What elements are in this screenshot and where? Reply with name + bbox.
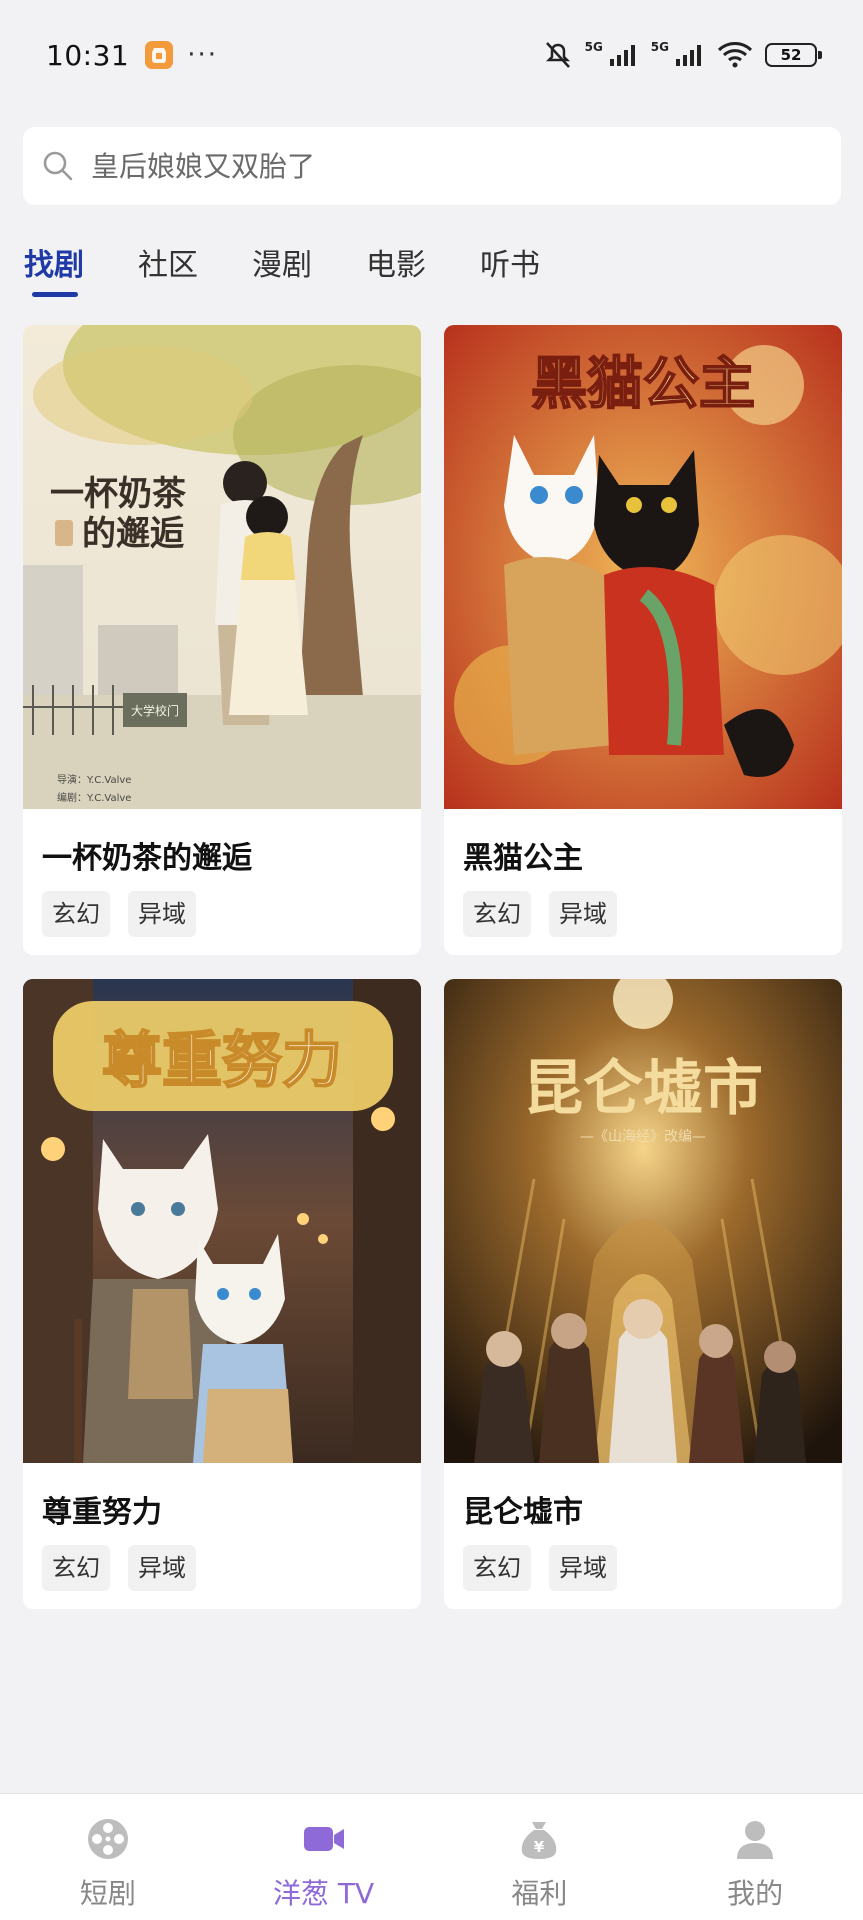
tag[interactable]: 玄幻 <box>42 891 110 937</box>
tag[interactable]: 异域 <box>549 891 617 937</box>
status-indicators: 5G 5G 52 <box>543 40 822 69</box>
poster-credit-writer: 编剧：Y.C.Valve <box>57 791 131 804</box>
signal-strength-icon <box>609 45 635 66</box>
drama-card[interactable]: 黑猫公主 黑猫公主 玄幻 异域 <box>444 325 842 955</box>
poster-kunlun-illustration: 昆仑墟市 —《山海经》改编— <box>444 979 842 1463</box>
poster-title: 尊重努力 <box>102 1026 342 1096</box>
drama-title: 昆仑墟市 <box>463 1495 583 1530</box>
more-notifications-icon: ··· <box>187 40 218 70</box>
wifi-icon <box>717 42 753 68</box>
poster-sign-text: 大学校门 <box>131 703 179 718</box>
drama-title: 黑猫公主 <box>463 841 583 876</box>
tab-comic-drama[interactable]: 漫剧 <box>252 240 312 300</box>
search-input[interactable] <box>91 149 791 183</box>
tab-label: 找剧 <box>24 248 84 283</box>
network-type-label: 5G <box>584 40 603 54</box>
tag-list: 玄幻 异域 <box>463 1545 617 1591</box>
status-time: 10:31 <box>46 38 130 72</box>
svg-text:¥: ¥ <box>534 1838 545 1856</box>
drama-poster[interactable]: 昆仑墟市 —《山海经》改编— <box>444 979 842 1463</box>
bottom-navigation: 短剧 洋葱 TV ¥ 福利 我的 <box>0 1793 863 1920</box>
app-notification-icon <box>145 41 174 69</box>
drama-card[interactable]: 大学校门 一杯奶茶 的邂逅 导演：Y.C.Valve 编剧：Y.C.Valve … <box>23 325 421 955</box>
active-tab-indicator <box>32 292 78 297</box>
poster-title: 黑猫公主 <box>531 351 755 417</box>
money-bag-icon: ¥ <box>522 1822 557 1859</box>
tag[interactable]: 异域 <box>549 1545 617 1591</box>
tab-community[interactable]: 社区 <box>138 240 198 300</box>
person-icon <box>737 1821 774 1859</box>
film-reel-icon <box>87 1819 128 1859</box>
drama-title: 尊重努力 <box>42 1495 162 1530</box>
battery-indicator: 52 <box>765 43 822 67</box>
tag[interactable]: 异域 <box>128 891 196 937</box>
tag-list: 玄幻 异域 <box>42 1545 196 1591</box>
poster-subtitle: —《山海经》改编— <box>580 1129 706 1145</box>
nav-item-welfare[interactable]: ¥ 福利 <box>432 1794 648 1920</box>
tab-label: 社区 <box>138 248 198 283</box>
tab-label: 漫剧 <box>252 248 312 283</box>
tab-movie[interactable]: 电影 <box>366 240 426 300</box>
poster-black-cat-illustration: 黑猫公主 <box>444 325 842 809</box>
nav-item-mine[interactable]: 我的 <box>647 1794 863 1920</box>
nav-item-onion-tv[interactable]: 洋葱 TV <box>216 1794 432 1920</box>
search-icon <box>43 151 73 181</box>
tag-list: 玄幻 异域 <box>42 891 196 937</box>
tab-audiobook[interactable]: 听书 <box>480 240 540 300</box>
drama-title: 一杯奶茶的邂逅 <box>42 841 252 876</box>
app-screen: 10:31 ··· 5G 5G 52 皇后娘娘又双胎了 找剧 社区 漫剧 电影 … <box>0 0 863 1920</box>
drama-poster[interactable]: 大学校门 一杯奶茶 的邂逅 导演：Y.C.Valve 编剧：Y.C.Valve <box>23 325 421 809</box>
tag[interactable]: 异域 <box>128 1545 196 1591</box>
poster-credit-director: 导演：Y.C.Valve <box>57 773 131 786</box>
poster-cats-street-illustration: 尊重努力 <box>23 979 421 1463</box>
drama-poster[interactable]: 黑猫公主 <box>444 325 842 809</box>
video-camera-icon <box>303 1827 344 1851</box>
tag-list: 玄幻 异域 <box>463 891 617 937</box>
nav-label: 洋葱 TV <box>273 1877 375 1910</box>
poster-title: 昆仑墟市 <box>523 1054 763 1124</box>
category-tabs: 找剧 社区 漫剧 电影 听书 <box>24 240 594 300</box>
poster-milk-tea-illustration: 大学校门 一杯奶茶 的邂逅 导演：Y.C.Valve 编剧：Y.C.Valve <box>23 325 421 809</box>
status-bar: 10:31 ··· 5G 5G 52 <box>0 0 863 110</box>
nav-label: 我的 <box>727 1877 784 1910</box>
signal-strength-icon-2 <box>676 45 701 66</box>
tab-label: 电影 <box>366 248 426 283</box>
drama-card[interactable]: 尊重努力 尊重努力 玄幻 异域 <box>23 979 421 1609</box>
search-bar[interactable] <box>23 127 841 205</box>
network-type-label-2: 5G <box>650 40 669 54</box>
tag[interactable]: 玄幻 <box>463 891 531 937</box>
tag[interactable]: 玄幻 <box>463 1545 531 1591</box>
tab-find-drama[interactable]: 找剧 <box>24 240 84 300</box>
nav-label: 福利 <box>511 1877 568 1910</box>
tag[interactable]: 玄幻 <box>42 1545 110 1591</box>
poster-title-line2: 的邂逅 <box>82 514 184 554</box>
drama-poster[interactable]: 尊重努力 <box>23 979 421 1463</box>
nav-item-short-drama[interactable]: 短剧 <box>0 1794 216 1920</box>
poster-title-line1: 一杯奶茶 <box>50 474 187 514</box>
nav-label: 短剧 <box>79 1877 136 1910</box>
tab-label: 听书 <box>480 248 540 283</box>
drama-card[interactable]: 昆仑墟市 —《山海经》改编— 昆仑墟市 玄幻 异域 <box>444 979 842 1609</box>
mute-vibrate-icon <box>545 42 570 68</box>
